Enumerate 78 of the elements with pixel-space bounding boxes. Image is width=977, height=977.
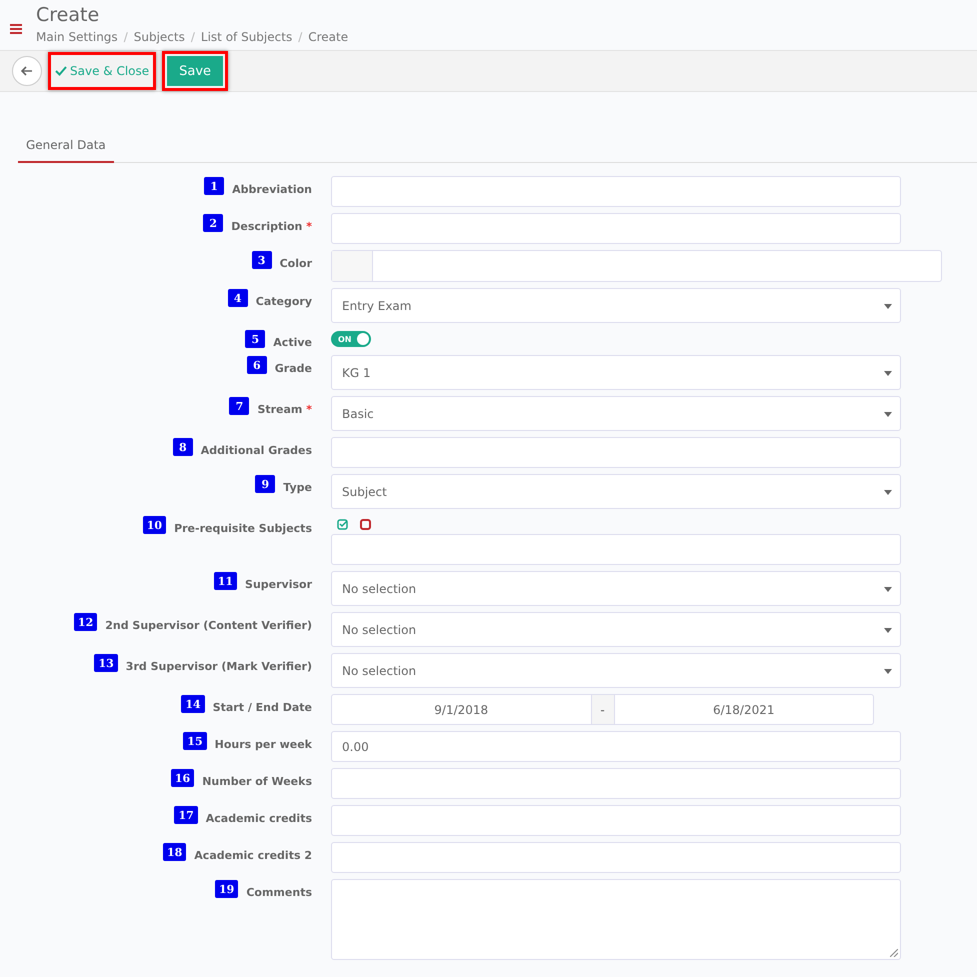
check-icon: [55, 66, 67, 76]
number-badge: 4: [228, 289, 248, 307]
caret-icon: [884, 490, 892, 494]
square-icon[interactable]: [360, 519, 371, 530]
field-label: Grade: [274, 361, 312, 375]
number-badge: 6: [246, 356, 267, 374]
toggle-switch[interactable]: ON: [331, 331, 371, 347]
resize-handle-icon[interactable]: [890, 949, 898, 957]
select-field[interactable]: KG 1: [331, 355, 901, 390]
select-field[interactable]: No selection: [331, 653, 901, 688]
input-field[interactable]: 0.00: [331, 731, 901, 762]
field-label: Supervisor: [245, 577, 312, 591]
number-badge: 3: [252, 251, 272, 269]
color-field[interactable]: [331, 250, 942, 282]
number-badge: 15: [183, 732, 207, 750]
back-arrow-icon: [21, 66, 33, 76]
number-badge: 5: [245, 330, 266, 348]
number-badge: 11: [214, 572, 238, 590]
input-field[interactable]: [331, 213, 901, 244]
input-field[interactable]: [331, 437, 901, 468]
caret-icon: [884, 370, 892, 376]
input-field[interactable]: [331, 768, 901, 799]
number-badge: 13: [94, 654, 118, 672]
field-label: Hours per week: [214, 737, 312, 751]
check-square-icon[interactable]: [337, 519, 348, 530]
number-badge: 17: [174, 806, 198, 824]
tab[interactable]: General Data: [18, 130, 114, 163]
breadcrumb-separator: /: [190, 30, 195, 44]
select-field[interactable]: Subject: [331, 474, 901, 509]
breadcrumb-link[interactable]: List of Subjects: [200, 30, 292, 44]
breadcrumb-link[interactable]: Subjects: [134, 30, 185, 44]
input-field[interactable]: [331, 176, 901, 207]
caret-icon: [884, 586, 892, 592]
breadcrumb-separator: /: [298, 30, 302, 44]
field-label: Start / End Date: [212, 700, 312, 714]
select-field[interactable]: No selection: [331, 571, 901, 606]
breadcrumb-link[interactable]: Main Settings: [36, 30, 118, 44]
field-label: Description *: [231, 219, 312, 233]
input-field[interactable]: [331, 842, 901, 873]
field-label: Additional Grades: [200, 443, 312, 457]
number-badge: 8: [172, 438, 193, 456]
select-field[interactable]: No selection: [331, 612, 901, 647]
field-label: Pre-requisite Subjects: [174, 521, 312, 535]
caret-icon: [884, 412, 892, 416]
number-badge: 10: [142, 516, 166, 534]
input-field[interactable]: [331, 534, 901, 565]
number-badge: 16: [170, 769, 194, 787]
input-field[interactable]: [331, 805, 901, 836]
number-badge: 19: [215, 880, 238, 898]
number-badge: 12: [74, 613, 98, 631]
number-badge: 1: [204, 177, 224, 195]
select-field[interactable]: Basic: [331, 396, 901, 431]
field-label: Academic credits 2: [194, 848, 312, 862]
back-button[interactable]: [12, 56, 42, 86]
field-label: 3rd Supervisor (Mark Verifier): [126, 659, 312, 673]
page-title: Create: [36, 4, 100, 26]
save-button[interactable]: Save: [167, 56, 224, 86]
field-label: Abbreviation: [232, 182, 312, 196]
field-label: Category: [256, 294, 312, 308]
breadcrumb-separator: /: [124, 30, 128, 44]
caret-icon: [884, 668, 892, 674]
number-badge: 18: [162, 843, 186, 861]
field-label: Active: [273, 335, 312, 349]
number-badge: 9: [255, 475, 276, 493]
field-label: Color: [280, 256, 312, 270]
field-label: Academic credits: [206, 811, 312, 825]
caret-icon: [884, 628, 892, 632]
select-field[interactable]: Entry Exam: [331, 288, 901, 323]
field-label: Number of Weeks: [202, 774, 312, 788]
menu-icon[interactable]: [10, 24, 22, 34]
number-badge: 2: [203, 214, 224, 232]
field-label: Stream *: [257, 402, 312, 416]
field-label: Type: [283, 480, 312, 494]
number-badge: 7: [229, 397, 250, 415]
field-label: 2nd Supervisor (Content Verifier): [105, 618, 312, 632]
caret-icon: [884, 304, 892, 308]
field-label: Comments: [246, 885, 312, 899]
number-badge: 14: [181, 695, 205, 713]
